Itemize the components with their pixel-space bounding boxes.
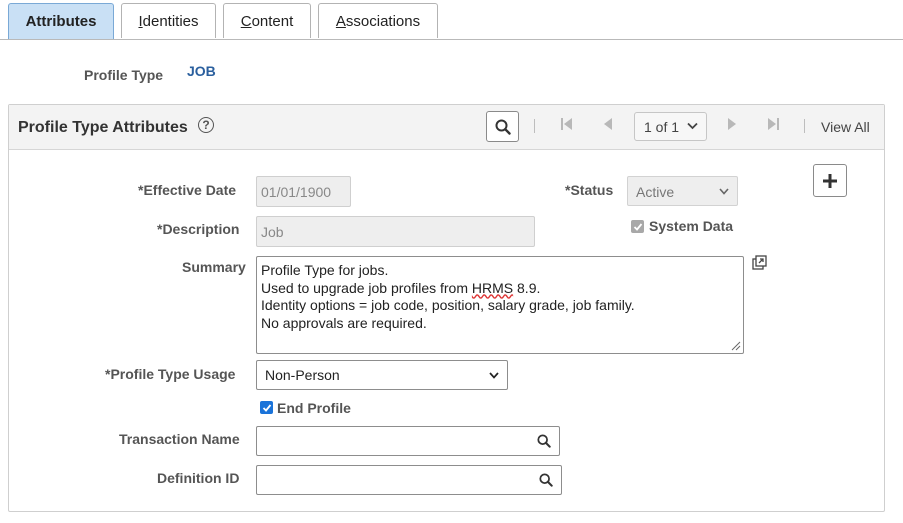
tab-label: Attributes (25, 13, 97, 30)
end-profile-checkbox[interactable] (260, 401, 273, 414)
plus-icon (823, 173, 837, 188)
resize-handle-icon[interactable] (730, 340, 741, 351)
summary-line: Profile Type for jobs. (261, 262, 389, 278)
usage-value: Non-Person (265, 367, 340, 383)
effective-date-field: 01/01/1900 (256, 176, 351, 207)
tab-attributes[interactable]: Attributes (8, 3, 114, 39)
definition-id-label: Definition ID (157, 470, 240, 486)
profile-type-value: JOB (187, 63, 216, 79)
search-icon (495, 119, 511, 135)
tab-label: Content (240, 12, 294, 30)
chevron-down-icon (687, 122, 698, 130)
chevron-down-icon (719, 188, 729, 195)
separator (804, 119, 805, 133)
status-select: Active (627, 176, 738, 206)
view-all-link[interactable]: View All (821, 119, 870, 135)
status-value: Active (636, 184, 675, 200)
profile-type-usage-select[interactable]: Non-Person (256, 360, 508, 390)
row-pager-select[interactable]: 1 of 1 (634, 112, 707, 141)
search-icon[interactable] (537, 434, 551, 448)
last-icon (768, 118, 779, 130)
checkmark-icon (262, 403, 271, 412)
transaction-name-input[interactable] (256, 426, 560, 456)
group-title: Profile Type Attributes (18, 119, 188, 136)
checkmark-icon (633, 222, 642, 231)
description-field: Job (256, 216, 535, 247)
find-button[interactable] (486, 111, 519, 142)
last-row-button[interactable] (767, 117, 779, 134)
tab-content[interactable]: Content (223, 3, 311, 38)
effective-date-label: *Effective Date (138, 182, 237, 198)
add-row-button[interactable] (813, 164, 847, 197)
first-row-button[interactable] (561, 117, 573, 134)
summary-line: Identity options = job code, position, s… (261, 297, 635, 313)
expand-textarea-button[interactable] (752, 255, 767, 273)
tab-associations[interactable]: Associations (318, 3, 438, 38)
description-label: *Description (157, 221, 240, 237)
pager-text: 1 of 1 (644, 118, 680, 135)
chevron-down-icon (489, 372, 499, 379)
status-label: *Status (565, 182, 614, 198)
previous-icon (604, 118, 612, 130)
separator (534, 119, 535, 133)
system-data-label: System Data (649, 218, 734, 234)
tab-identities[interactable]: Identities (121, 3, 216, 38)
summary-textarea[interactable]: Profile Type for jobs. Used to upgrade j… (256, 256, 744, 354)
tab-label: Identities (138, 12, 199, 30)
end-profile-label: End Profile (277, 400, 351, 416)
summary-label: Summary (182, 259, 246, 275)
definition-id-input[interactable] (256, 465, 562, 495)
search-icon[interactable] (539, 473, 553, 487)
tab-bar: Attributes Identities Content Associatio… (0, 0, 903, 40)
summary-line: No approvals are required. (261, 314, 427, 331)
help-icon[interactable]: ? (198, 117, 214, 133)
previous-row-button[interactable] (603, 117, 613, 134)
group-header: Profile Type Attributes ? 1 of 1 View Al… (9, 105, 884, 150)
transaction-name-label: Transaction Name (119, 431, 240, 447)
system-data-checkbox (631, 220, 644, 233)
popup-expand-icon (752, 255, 767, 270)
next-icon (728, 118, 736, 130)
tab-label: Associations (335, 12, 421, 30)
summary-line: Used to upgrade job profiles from HRMS 8… (261, 279, 541, 296)
profile-type-label: Profile Type (84, 67, 164, 83)
profile-type-usage-label: *Profile Type Usage (105, 366, 236, 382)
next-row-button[interactable] (727, 117, 737, 134)
first-icon (561, 118, 572, 130)
